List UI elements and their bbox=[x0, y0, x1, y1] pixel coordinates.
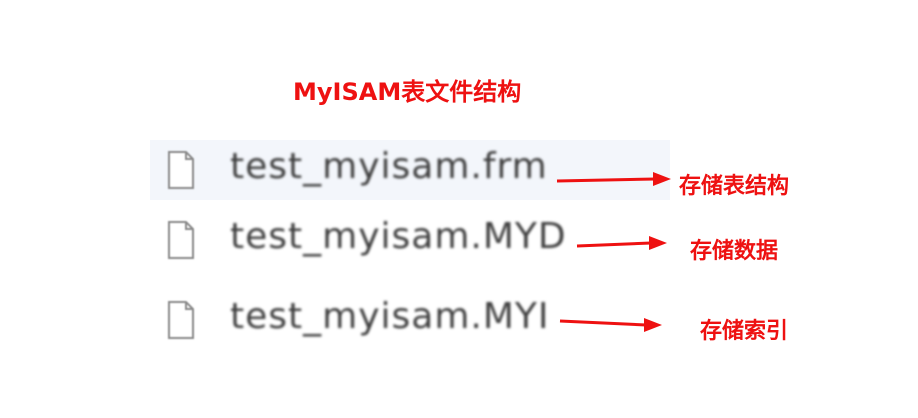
file-name: test_myisam.frm bbox=[230, 146, 548, 187]
file-icon bbox=[168, 301, 194, 339]
file-icon bbox=[168, 151, 194, 189]
label-data: 存储数据 bbox=[690, 239, 779, 264]
arrow-right-icon bbox=[556, 172, 671, 186]
file-name: test_myisam.MYD bbox=[230, 216, 567, 257]
arrow-right-icon bbox=[576, 236, 667, 250]
file-icon bbox=[168, 221, 194, 259]
page-title: MyISAM表文件结构 bbox=[293, 78, 522, 106]
label-index: 存储索引 bbox=[700, 319, 789, 344]
arrow-right-icon bbox=[559, 318, 662, 332]
file-name: test_myisam.MYI bbox=[230, 296, 550, 337]
label-table-structure: 存储表结构 bbox=[679, 174, 790, 199]
